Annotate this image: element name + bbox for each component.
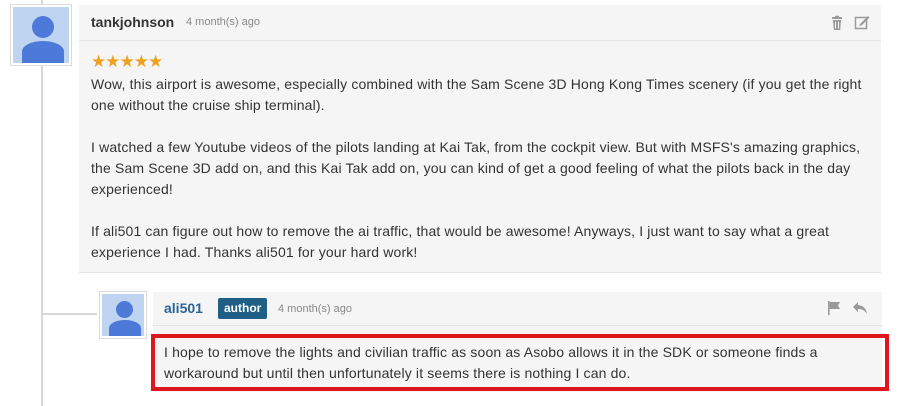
comment-paragraph: If ali501 can figure out how to remove t… (91, 223, 830, 260)
username[interactable]: tankjohnson (91, 14, 174, 30)
reply-username[interactable]: ali501 (164, 300, 203, 316)
thread-connector (41, 313, 97, 315)
comment: tankjohnson 4 month(s) ago ★★★★★ Wow, th… (79, 5, 881, 273)
avatar-head (116, 301, 133, 318)
avatar-head (32, 16, 54, 38)
edit-icon[interactable] (854, 14, 870, 30)
rating-stars: ★★★★★ (91, 52, 163, 71)
reply-timestamp: 4 month(s) ago (278, 303, 352, 315)
comment-paragraph: Wow, this airport is awesome, especially… (91, 76, 862, 113)
author-badge: author (218, 298, 268, 319)
avatar-body (109, 320, 141, 336)
reply-avatar[interactable] (100, 292, 146, 338)
flag-icon[interactable] (826, 300, 842, 316)
comment-paragraph: I watched a few Youtube videos of the pi… (91, 139, 861, 197)
avatar-body (22, 41, 64, 63)
comment-body: Wow, this airport is awesome, especially… (91, 74, 876, 284)
trash-icon[interactable] (829, 15, 845, 31)
reply-header: ali501 author 4 month(s) ago (153, 292, 882, 326)
comment-header: tankjohnson 4 month(s) ago (79, 5, 881, 41)
highlight-box (151, 334, 889, 391)
timestamp: 4 month(s) ago (186, 16, 260, 28)
reply-icon[interactable] (852, 300, 868, 316)
avatar[interactable] (11, 5, 71, 65)
